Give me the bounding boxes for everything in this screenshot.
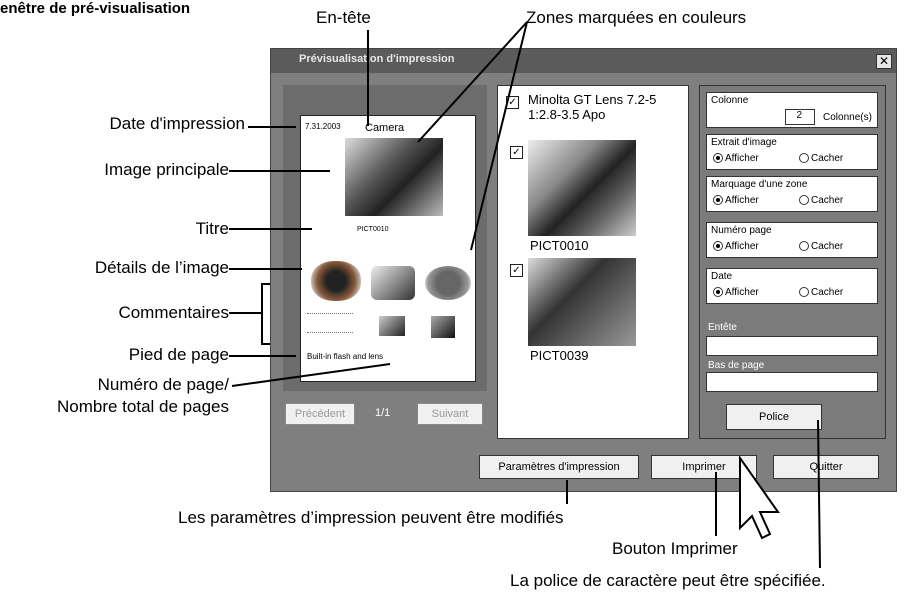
leader-lines [229,21,821,569]
cursor-arrow-icon [739,454,780,540]
